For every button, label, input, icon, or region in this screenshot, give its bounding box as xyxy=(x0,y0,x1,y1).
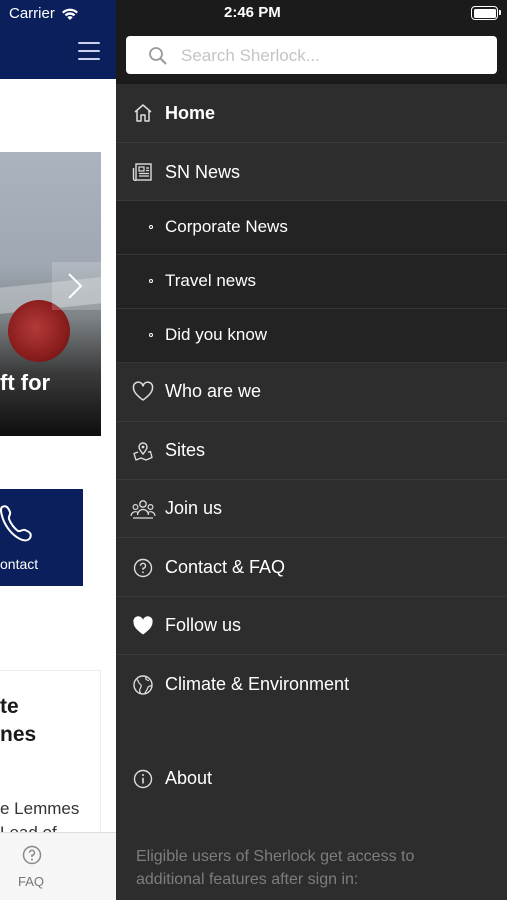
hero-carousel[interactable]: ft for xyxy=(0,152,101,436)
submenu-label-did-you-know: Did you know xyxy=(165,325,268,344)
question-circle-icon[interactable] xyxy=(22,845,42,865)
menu-label-climate-environment: Climate & Environment xyxy=(165,674,350,694)
newspaper-icon xyxy=(132,163,152,182)
question-circle-icon xyxy=(133,558,153,578)
menu-item-home[interactable]: Home xyxy=(116,84,507,143)
bullet-icon xyxy=(149,279,153,283)
chevron-right-icon xyxy=(68,273,83,299)
menu-label-sn-news: SN News xyxy=(165,162,241,182)
search-input[interactable]: Search Sherlock... xyxy=(126,36,497,74)
menu-label-follow-us: Follow us xyxy=(165,615,242,635)
heart-outline-icon xyxy=(132,381,154,401)
map-pin-icon xyxy=(133,442,153,461)
bullet-icon xyxy=(149,333,153,337)
menu-item-join-us[interactable]: Join us xyxy=(116,480,507,538)
carrier-status: Carrier xyxy=(9,5,79,22)
bottom-tab-bar: FAQ xyxy=(0,832,116,900)
top-navbar: Carrier xyxy=(0,0,116,79)
battery-icon xyxy=(471,6,501,20)
menu-label-home: Home xyxy=(165,103,216,123)
menu-item-climate-environment[interactable]: Climate & Environment xyxy=(116,655,507,714)
hero-caption: ft for xyxy=(0,370,51,395)
menu-item-contact-faq[interactable]: Contact & FAQ xyxy=(116,538,507,597)
sign-in-footnote: Eligible users of Sherlock get access to… xyxy=(136,848,415,888)
menu-item-about[interactable]: About xyxy=(116,749,507,807)
menu-label-about: About xyxy=(165,768,213,788)
carrier-label: Carrier xyxy=(9,5,55,22)
search-bar-container: Search Sherlock... xyxy=(116,26,507,84)
menu-item-sn-news[interactable]: SN News xyxy=(116,143,507,201)
bullet-icon xyxy=(149,225,153,229)
home-icon xyxy=(134,104,152,122)
status-time: 2:46 PM xyxy=(224,4,281,21)
phone-icon xyxy=(0,505,32,542)
contact-tile-label: ontact xyxy=(0,556,39,572)
menu-item-who-are-we[interactable]: Who are we xyxy=(116,363,507,422)
info-circle-icon xyxy=(133,769,153,789)
background-page: Carrier ft for ontact te nes e Lemmes Le… xyxy=(0,0,116,900)
people-icon xyxy=(130,500,156,519)
submenu-label-corporate-news: Corporate News xyxy=(165,217,288,236)
globe-icon xyxy=(133,675,153,695)
contact-tile[interactable]: ontact xyxy=(0,489,83,586)
card-title: te nes xyxy=(0,695,37,746)
heart-filled-icon xyxy=(133,616,153,635)
menu-label-contact-faq: Contact & FAQ xyxy=(165,557,286,577)
menu-label-sites: Sites xyxy=(165,440,206,460)
carousel-next-button[interactable] xyxy=(52,262,101,310)
wifi-icon xyxy=(61,8,78,20)
hamburger-menu-icon[interactable] xyxy=(78,42,100,60)
submenu-item-corporate-news[interactable]: Corporate News xyxy=(116,201,507,255)
submenu-label-travel-news: Travel news xyxy=(165,271,257,290)
submenu-item-did-you-know[interactable]: Did you know xyxy=(116,309,507,363)
menu-item-sites[interactable]: Sites xyxy=(116,422,507,480)
menu-label-who-are-we: Who are we xyxy=(165,381,262,401)
menu-label-join-us: Join us xyxy=(165,498,223,518)
menu-item-follow-us[interactable]: Follow us xyxy=(116,597,507,655)
tab-faq-label[interactable]: FAQ xyxy=(18,874,44,889)
side-menu-drawer: 2:46 PM Search Sherlock... Home SN News … xyxy=(116,0,507,900)
search-placeholder: Search Sherlock... xyxy=(181,46,320,65)
search-icon xyxy=(149,47,167,65)
submenu-item-travel-news[interactable]: Travel news xyxy=(116,255,507,309)
news-card[interactable]: te nes e Lemmes Lead of xyxy=(0,670,101,842)
status-bar: 2:46 PM xyxy=(116,0,507,26)
